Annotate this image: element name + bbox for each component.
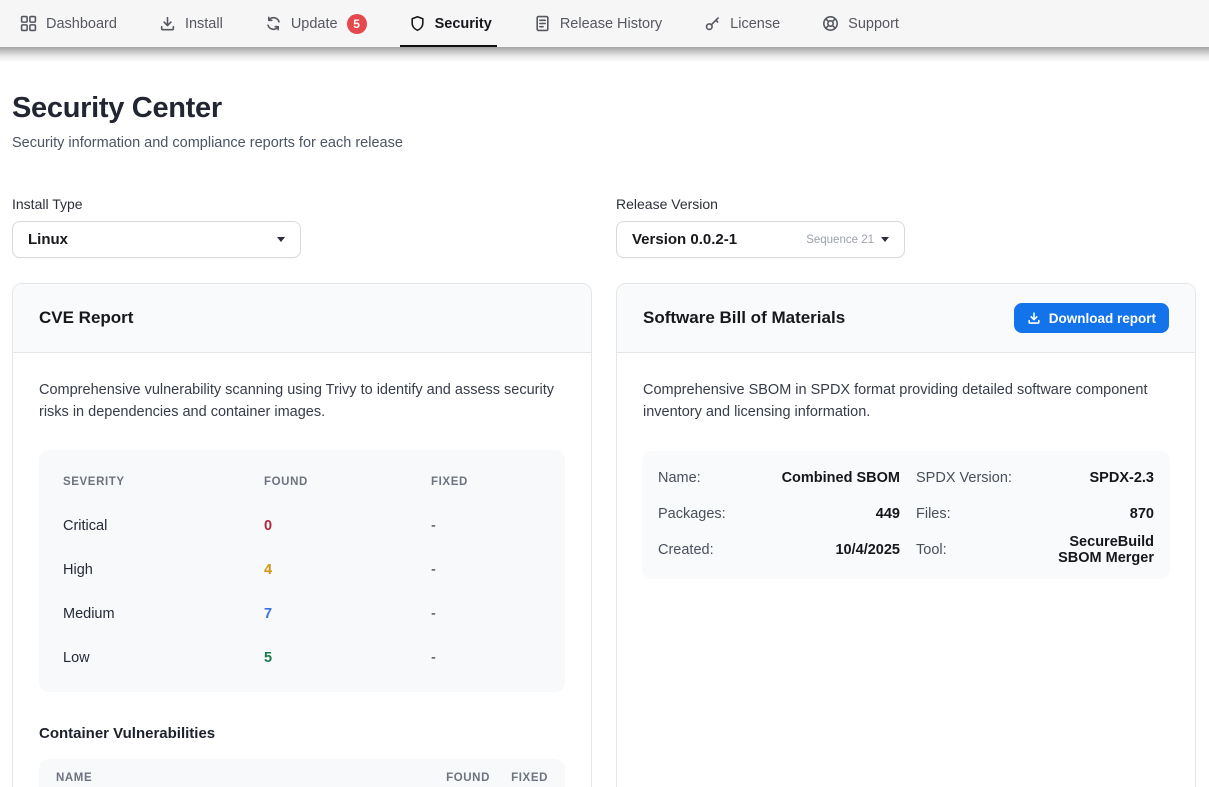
sbom-files-label: Files: [916, 506, 1024, 522]
nav-label: Release History [560, 16, 662, 32]
nav-label: Dashboard [46, 16, 117, 32]
install-type-field: Install Type Linux [12, 196, 592, 258]
release-sequence-label: Sequence 21 [806, 234, 874, 246]
cards-row: CVE Report Comprehensive vulnerability s… [12, 283, 1196, 787]
table-row-low: Low 5 - [39, 636, 565, 680]
nav-label: Support [848, 16, 899, 32]
sbom-tool-value: SecureBuild SBOM Merger [1024, 534, 1154, 566]
install-type-select[interactable]: Linux [12, 221, 301, 258]
chevron-down-icon [277, 237, 285, 242]
sbom-description: Comprehensive SBOM in SPDX format provid… [643, 380, 1169, 424]
container-vulnerabilities-header: NAME FOUND FIXED [39, 759, 565, 787]
page-title: Security Center [12, 92, 1196, 125]
sbom-name-value: Combined SBOM [778, 470, 916, 486]
download-icon [1027, 311, 1041, 325]
fixed-count: - [431, 562, 541, 578]
col-found: FOUND [415, 772, 490, 784]
found-count: 5 [264, 650, 431, 666]
nav-shadow-divider [0, 47, 1209, 62]
table-row-medium: Medium 7 - [39, 592, 565, 636]
sbom-files-value: 870 [1024, 506, 1154, 522]
top-nav: Dashboard Install Update 5 Security Rele… [0, 0, 1209, 47]
fixed-count: - [431, 518, 541, 534]
download-icon [159, 15, 176, 32]
release-version-meta-wrap: Sequence 21 [806, 234, 889, 246]
col-severity: SEVERITY [63, 476, 264, 488]
cve-card-title: CVE Report [39, 308, 133, 328]
sbom-card-header: Software Bill of Materials Download repo… [617, 284, 1195, 353]
fixed-count: - [431, 606, 541, 622]
severity-name: Medium [63, 606, 264, 622]
install-type-label: Install Type [12, 196, 592, 212]
download-report-label: Download report [1049, 311, 1156, 326]
refresh-icon [265, 15, 282, 32]
life-buoy-icon [822, 15, 839, 32]
severity-table-header: SEVERITY FOUND FIXED [39, 460, 565, 504]
update-count-badge: 5 [347, 14, 367, 34]
col-name: NAME [56, 772, 415, 784]
sbom-card-title: Software Bill of Materials [643, 308, 845, 328]
chevron-down-icon [881, 237, 889, 242]
sbom-row: Created: 10/4/2025 Tool: SecureBuild SBO… [658, 532, 1154, 568]
table-row-high: High 4 - [39, 548, 565, 592]
sbom-packages-value: 449 [778, 506, 916, 522]
col-fixed: FIXED [490, 772, 548, 784]
sbom-spdx-value: SPDX-2.3 [1024, 470, 1154, 486]
sbom-name-label: Name: [658, 470, 778, 486]
release-version-label: Release Version [616, 196, 1196, 212]
col-fixed: FIXED [431, 476, 541, 488]
col-found: FOUND [264, 476, 431, 488]
sbom-card: Software Bill of Materials Download repo… [616, 283, 1196, 787]
nav-item-update[interactable]: Update 5 [265, 0, 367, 47]
nav-item-dashboard[interactable]: Dashboard [20, 0, 117, 47]
severity-name: Critical [63, 518, 264, 534]
sbom-packages-label: Packages: [658, 506, 778, 522]
found-count: 4 [264, 562, 431, 578]
sbom-row: Name: Combined SBOM SPDX Version: SPDX-2… [658, 460, 1154, 496]
release-version-field: Release Version Version 0.0.2-1 Sequence… [616, 196, 1196, 258]
release-version-select[interactable]: Version 0.0.2-1 Sequence 21 [616, 221, 905, 258]
release-version-value: Version 0.0.2-1 [632, 231, 737, 248]
sbom-row: Packages: 449 Files: 870 [658, 496, 1154, 532]
severity-name: High [63, 562, 264, 578]
found-count: 7 [264, 606, 431, 622]
key-icon [704, 15, 721, 32]
found-count: 0 [264, 518, 431, 534]
sbom-details: Name: Combined SBOM SPDX Version: SPDX-2… [642, 451, 1170, 579]
fixed-count: - [431, 650, 541, 666]
severity-table: SEVERITY FOUND FIXED Critical 0 - High 4… [39, 450, 565, 692]
shield-icon [409, 15, 426, 32]
main-content: Security Center Security information and… [0, 92, 1209, 787]
cve-card-header: CVE Report [13, 284, 591, 353]
nav-label: Update [291, 16, 338, 32]
nav-label: Install [185, 16, 223, 32]
cve-description: Comprehensive vulnerability scanning usi… [39, 380, 565, 424]
cve-report-card: CVE Report Comprehensive vulnerability s… [12, 283, 592, 787]
nav-item-security[interactable]: Security [409, 0, 492, 47]
sbom-tool-label: Tool: [916, 542, 1024, 558]
nav-item-install[interactable]: Install [159, 0, 223, 47]
install-type-value: Linux [28, 231, 68, 248]
filters-row: Install Type Linux Release Version Versi… [12, 196, 1196, 258]
nav-item-license[interactable]: License [704, 0, 780, 47]
nav-label: Security [435, 16, 492, 32]
dashboard-icon [20, 15, 37, 32]
nav-label: License [730, 16, 780, 32]
table-row-critical: Critical 0 - [39, 504, 565, 548]
sbom-spdx-label: SPDX Version: [916, 470, 1024, 486]
document-icon [534, 15, 551, 32]
nav-item-support[interactable]: Support [822, 0, 899, 47]
page-subtitle: Security information and compliance repo… [12, 135, 1196, 151]
nav-item-release-history[interactable]: Release History [534, 0, 662, 47]
container-vulnerabilities-title: Container Vulnerabilities [39, 725, 565, 742]
severity-name: Low [63, 650, 264, 666]
sbom-created-value: 10/4/2025 [778, 542, 916, 558]
download-report-button[interactable]: Download report [1014, 303, 1169, 333]
sbom-created-label: Created: [658, 542, 778, 558]
